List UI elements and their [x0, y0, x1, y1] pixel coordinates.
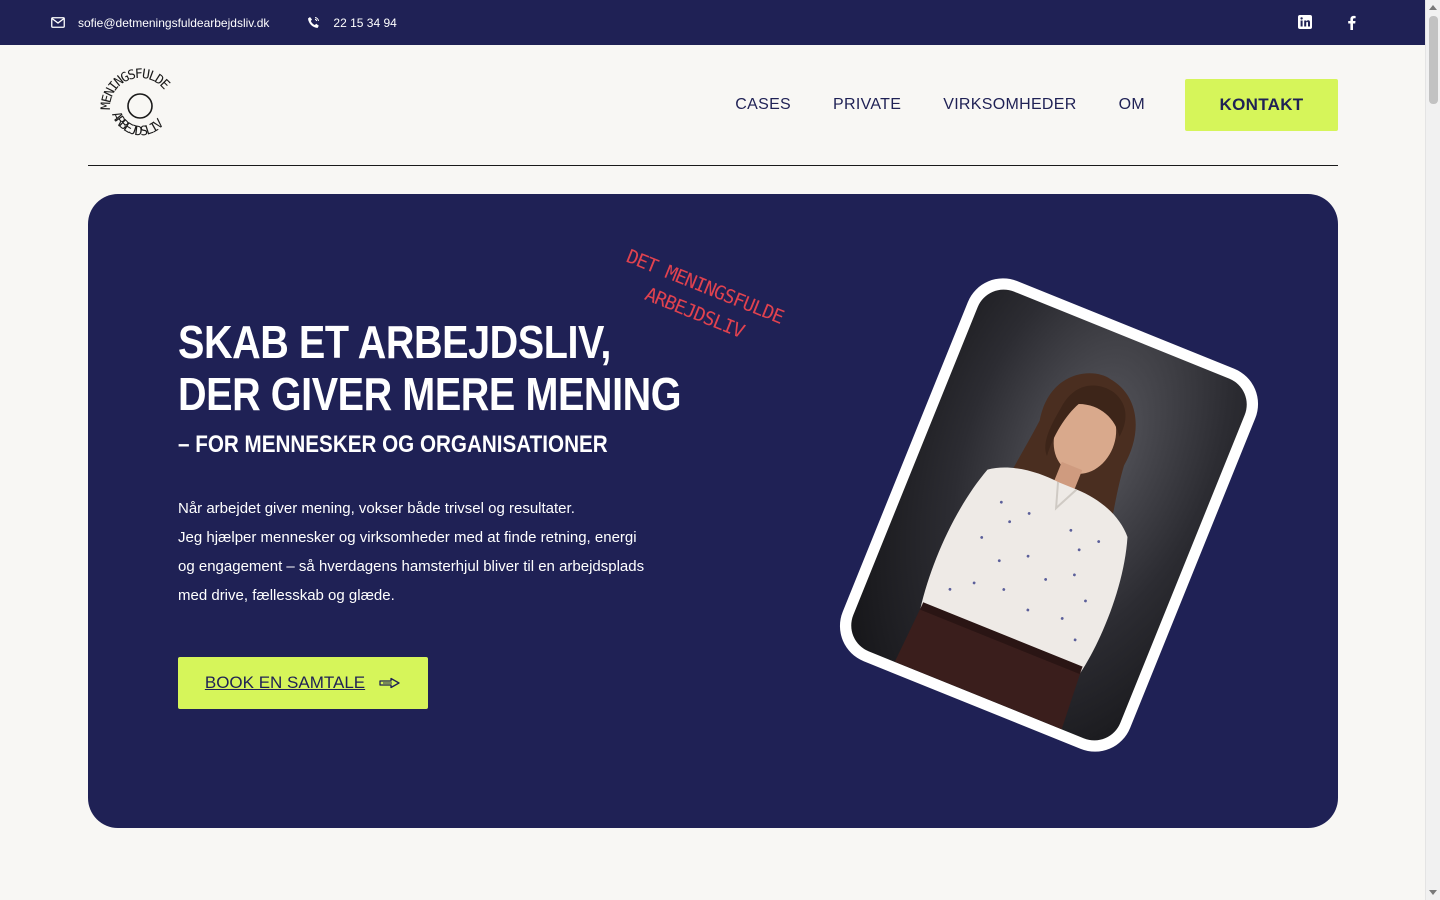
main-nav: CASES PRIVATE VIRKSOMHEDER OM KONTAKT	[735, 79, 1338, 131]
hero-body-line: og engagement – så hverdagens hamsterhju…	[178, 558, 645, 575]
hero-title-line2: DER GIVER MERE MENING	[178, 368, 682, 420]
svg-text:ARBEJDSLIV: ARBEJDSLIV	[108, 110, 167, 140]
scrollbar-thumb[interactable]	[1429, 16, 1438, 104]
linkedin-icon[interactable]	[1297, 14, 1313, 30]
hero-title-line1: SKAB ET ARBEJDSLIV,	[178, 316, 611, 368]
scroll-down-arrow-icon[interactable]	[1429, 890, 1437, 895]
nav-item-virksomheder[interactable]: VIRKSOMHEDER	[943, 96, 1076, 114]
phone-link[interactable]: 22 15 34 94	[305, 15, 397, 31]
scroll-up-arrow-icon[interactable]	[1429, 5, 1437, 10]
page-scrollbar[interactable]	[1425, 0, 1440, 900]
social-links	[1297, 14, 1359, 30]
nav-item-om[interactable]: OM	[1119, 96, 1145, 114]
nav-item-private[interactable]: PRIVATE	[833, 96, 901, 114]
hero-section: SKAB ET ARBEJDSLIV, DER GIVER MERE MENIN…	[88, 194, 1338, 828]
portrait-frame	[828, 266, 1270, 764]
email-text: sofie@detmeningsfuldearbejdsliv.dk	[78, 15, 270, 30]
site-logo[interactable]: MENINGSFULDE ARBEJDSLIV	[99, 66, 180, 146]
hero-title: SKAB ET ARBEJDSLIV, DER GIVER MERE MENIN…	[178, 316, 682, 420]
book-call-label: BOOK EN SAMTALE	[204, 673, 366, 692]
book-call-button[interactable]: BOOK EN SAMTALE	[178, 657, 428, 709]
phone-icon	[305, 15, 321, 31]
hero-body-line: Jeg hjælper mennesker og virksomheder me…	[178, 529, 637, 546]
top-bar: sofie@detmeningsfuldearbejdsliv.dk 22 15…	[0, 0, 1425, 45]
svg-text:MENINGSFULDE: MENINGSFULDE	[100, 67, 172, 110]
hero-body-line: med drive, fællesskab og glæde.	[178, 587, 395, 604]
facebook-icon[interactable]	[1343, 14, 1359, 30]
hero-body: Når arbejdet giver mening, vokser både t…	[178, 494, 678, 610]
pointing-hand-icon	[379, 677, 401, 689]
contact-button[interactable]: KONTAKT	[1185, 79, 1338, 131]
envelope-icon	[50, 15, 66, 31]
hero-subtitle: – FOR MENNESKER OG ORGANISATIONER	[178, 431, 608, 458]
email-link[interactable]: sofie@detmeningsfuldearbejdsliv.dk	[50, 15, 269, 31]
header-divider	[88, 165, 1338, 166]
logo-bottom-text: ARBEJDSLIV	[108, 110, 168, 140]
portrait-photo	[842, 281, 1256, 749]
logo-top-text: MENINGSFULDE	[99, 67, 173, 110]
hero-body-line: Når arbejdet giver mening, vokser både t…	[178, 500, 575, 517]
phone-text: 22 15 34 94	[333, 15, 397, 30]
nav-item-cases[interactable]: CASES	[735, 96, 791, 114]
